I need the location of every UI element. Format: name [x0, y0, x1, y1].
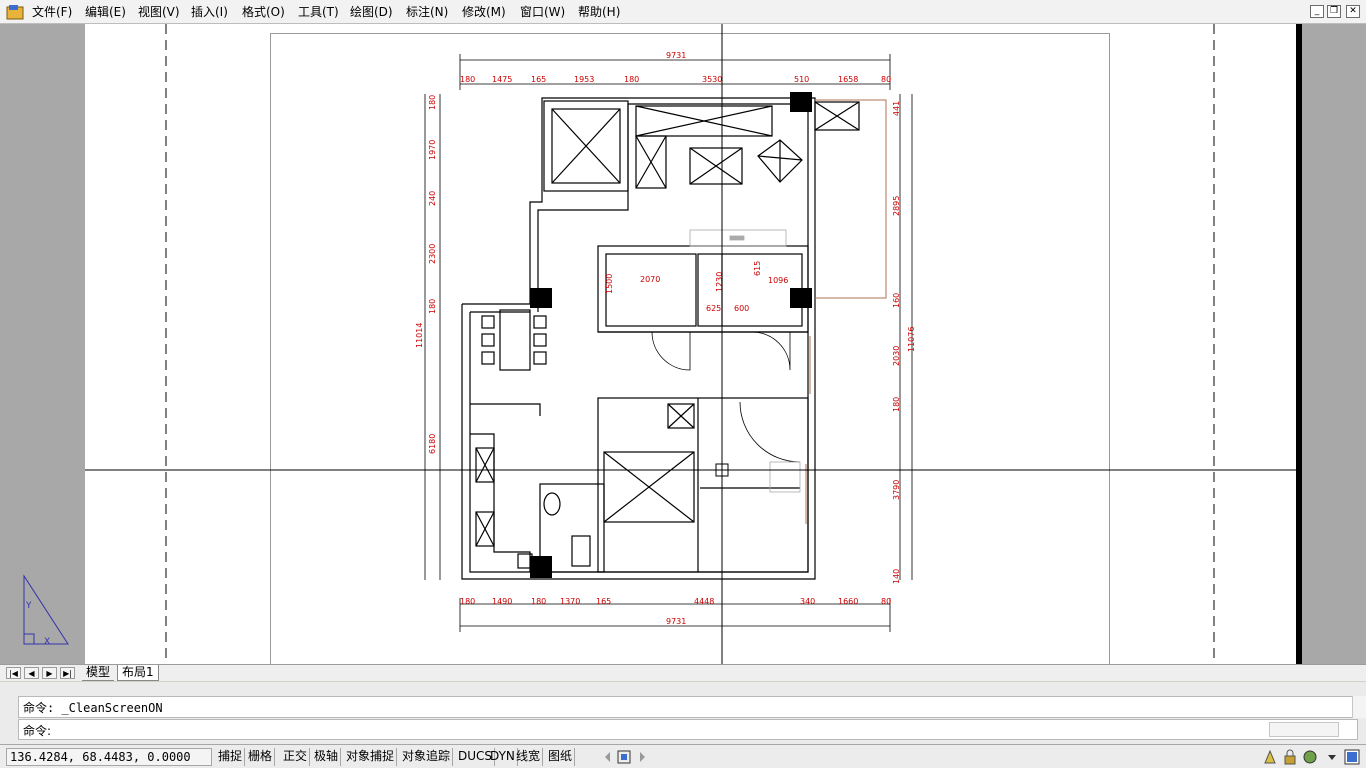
autocad-app-icon[interactable] — [6, 4, 24, 20]
minimize-button[interactable]: _ — [1310, 5, 1324, 18]
dim-right-3: 160 — [892, 293, 901, 308]
menu-bar: 文件(F) 编辑(E) 视图(V) 插入(I) 格式(O) 工具(T) 绘图(D… — [0, 0, 1366, 24]
dim-inner-2: 1500 — [605, 274, 614, 294]
dim-top-5: 180 — [624, 75, 639, 84]
clean-screen-icon[interactable] — [1344, 749, 1360, 765]
command-line[interactable]: 命令: — [18, 719, 1358, 740]
polar-button[interactable]: 极轴 — [312, 748, 342, 766]
dim-top-2: 1475 — [492, 75, 512, 84]
dim-bottom-4: 1370 — [560, 597, 580, 606]
menu-view[interactable]: 视图(V) — [138, 4, 180, 20]
dim-bottom-9: 80 — [881, 597, 891, 606]
dim-bottom-1: 180 — [460, 597, 475, 606]
dim-left-1: 180 — [428, 95, 437, 110]
menu-window[interactable]: 窗口(W) — [520, 4, 565, 20]
menu-edit[interactable]: 编辑(E) — [85, 4, 126, 20]
otrack-button[interactable]: 对象追踪 — [400, 748, 454, 766]
command-window: 命令: _CleanScreenON 命令: — [0, 682, 1366, 744]
dim-left-5: 180 — [428, 299, 437, 314]
dim-bottom-5: 165 — [596, 597, 611, 606]
svg-text:Y: Y — [25, 601, 32, 611]
dim-bottom-8: 1660 — [838, 597, 858, 606]
ortho-button[interactable]: 正交 — [281, 748, 311, 766]
dim-inner-3: 1230 — [715, 272, 724, 292]
menu-format[interactable]: 格式(O) — [242, 4, 285, 20]
tab-prev-button[interactable]: ◀ — [24, 667, 39, 679]
dim-inner-5: 1096 — [768, 276, 788, 285]
dim-bottom-7: 340 — [800, 597, 815, 606]
command-vertical-scrollbar[interactable] — [1352, 696, 1366, 718]
lineweight-button[interactable]: 线宽 — [514, 748, 544, 766]
paper-shadow — [1296, 24, 1302, 664]
dim-left-3: 240 — [428, 191, 437, 206]
dim-top-4: 1953 — [574, 75, 594, 84]
dim-inner-7: 600 — [734, 304, 749, 313]
dim-left-4: 2300 — [428, 244, 437, 264]
dim-right-8: 140 — [892, 569, 901, 584]
close-button[interactable]: ✕ — [1346, 5, 1360, 18]
svg-text:X: X — [44, 637, 50, 647]
coordinate-display[interactable]: 136.4284, 68.4483, 0.0000 — [6, 748, 212, 766]
osnap-button[interactable]: 对象捕捉 — [344, 748, 398, 766]
dim-right-2: 2895 — [892, 196, 901, 216]
scroll-left-icon[interactable] — [600, 749, 616, 765]
dim-right-7: 3790 — [892, 480, 901, 500]
tab-last-button[interactable]: ▶| — [60, 667, 75, 679]
status-bar: 136.4284, 68.4483, 0.0000 捕捉 栅格 正交 极轴 对象… — [0, 744, 1366, 768]
snap-button[interactable]: 捕捉 — [216, 748, 246, 766]
dim-left-total: 11014 — [415, 323, 424, 348]
annotation-scale-icon[interactable] — [1262, 749, 1278, 765]
menu-draw[interactable]: 绘图(D) — [350, 4, 393, 20]
ucs-icon: Y X — [23, 574, 69, 647]
dim-top-1: 180 — [460, 75, 475, 84]
command-prompt: 命令: — [23, 724, 52, 738]
dim-top-9: 80 — [881, 75, 891, 84]
dim-bottom-2: 1490 — [492, 597, 512, 606]
dim-inner-6: 625 — [706, 304, 721, 313]
status-tray-icon[interactable] — [1302, 749, 1318, 765]
scroll-right-icon[interactable] — [634, 749, 650, 765]
command-horizontal-scrollbar[interactable] — [1269, 722, 1339, 737]
paper-sheet — [85, 24, 1297, 664]
paper-button[interactable]: 图纸 — [546, 748, 576, 766]
tab-next-button[interactable]: ▶ — [42, 667, 57, 679]
layout-tab-bar: |◀ ◀ ▶ ▶| 模型 布局1 — [0, 664, 1366, 681]
tab-layout1[interactable]: 布局1 — [117, 665, 159, 681]
drawing-canvas[interactable]: 9731 180 1475 165 1953 180 3530 510 1658… — [0, 24, 1366, 664]
dim-top-3: 165 — [531, 75, 546, 84]
tab-first-button[interactable]: |◀ — [6, 667, 21, 679]
dim-top-7: 510 — [794, 75, 809, 84]
dim-right-total: 11076 — [907, 327, 916, 352]
menu-dimension[interactable]: 标注(N) — [406, 4, 448, 20]
menu-help[interactable]: 帮助(H) — [578, 4, 620, 20]
status-menu-arrow-icon[interactable] — [1324, 749, 1340, 765]
menu-insert[interactable]: 插入(I) — [191, 4, 228, 20]
restore-button[interactable]: ❐ — [1327, 5, 1341, 18]
menu-modify[interactable]: 修改(M) — [462, 4, 506, 20]
dim-bottom-6: 4448 — [694, 597, 714, 606]
dim-top-8: 1658 — [838, 75, 858, 84]
grid-button[interactable]: 栅格 — [246, 748, 276, 766]
dim-bottom-total: 9731 — [666, 617, 686, 626]
dim-top-total: 9731 — [666, 51, 686, 60]
dim-right-6: 180 — [892, 397, 901, 412]
dim-bottom-3: 180 — [531, 597, 546, 606]
tab-model[interactable]: 模型 — [82, 665, 115, 681]
dim-inner-1: 2070 — [640, 275, 660, 284]
dim-right-5: 2030 — [892, 346, 901, 366]
dim-inner-4: 615 — [753, 261, 762, 276]
command-history: 命令: _CleanScreenON — [18, 696, 1358, 718]
floor-plan-drawing: 9731 180 1475 165 1953 180 3530 510 1658… — [23, 24, 1302, 664]
viewport-maximize-icon[interactable] — [616, 749, 632, 765]
dim-top-6: 3530 — [702, 75, 722, 84]
dim-right-1: 441 — [892, 101, 901, 116]
menu-file[interactable]: 文件(F) — [32, 4, 72, 20]
dim-left-7: 6180 — [428, 434, 437, 454]
dim-left-2: 1970 — [428, 140, 437, 160]
menu-tools[interactable]: 工具(T) — [298, 4, 339, 20]
lock-icon[interactable] — [1282, 749, 1298, 765]
